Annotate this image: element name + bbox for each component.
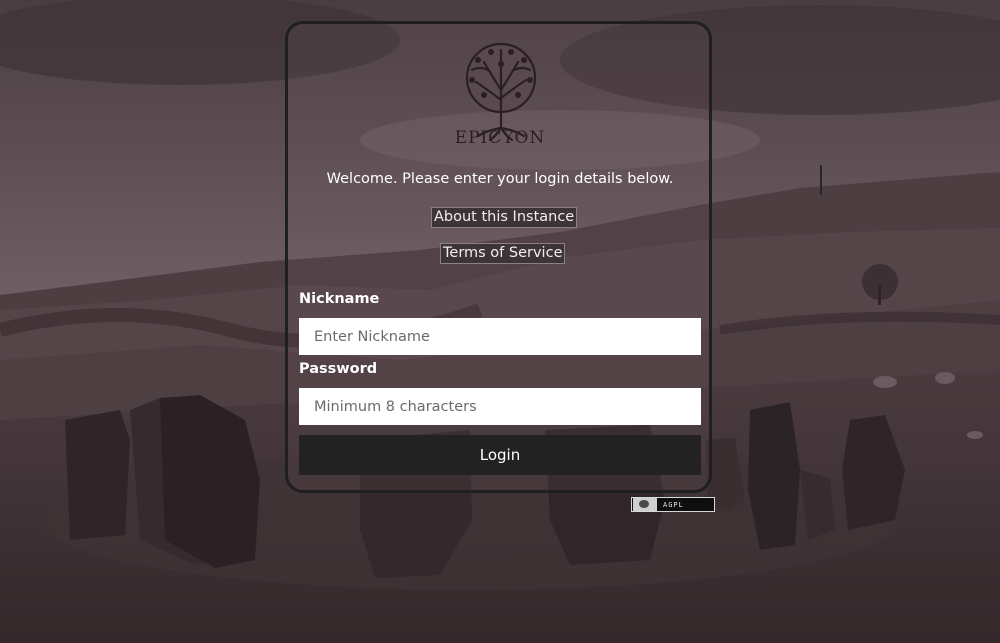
agpl-badge-text: AGPL	[663, 500, 684, 509]
terms-of-service-link[interactable]: Terms of Service	[440, 243, 566, 264]
logo-text: EPICYON	[454, 128, 546, 148]
password-input[interactable]	[299, 388, 701, 425]
about-instance-link[interactable]: About this Instance	[431, 207, 578, 228]
password-label: Password	[299, 361, 378, 377]
nickname-label: Nickname	[299, 291, 380, 307]
nickname-input[interactable]	[299, 318, 701, 355]
gnu-icon	[633, 498, 657, 511]
login-button[interactable]: Login	[299, 435, 701, 475]
agpl-license-badge[interactable]: AGPL	[631, 497, 715, 512]
welcome-message: Welcome. Please enter your login details…	[326, 171, 674, 187]
